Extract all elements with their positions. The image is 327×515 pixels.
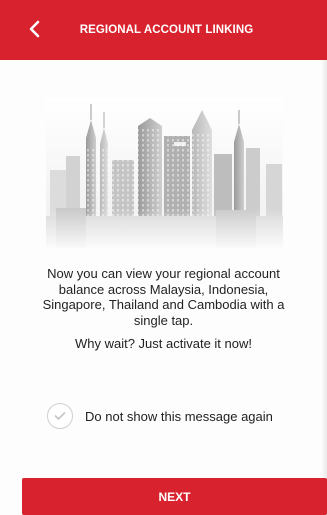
page-title: REGIONAL ACCOUNT LINKING (79, 24, 254, 36)
regional-balance-message: Now you can view your regional account b… (42, 266, 285, 328)
checkbox-circle[interactable] (47, 403, 73, 429)
checkbox-label: Do not show this message again (85, 408, 273, 424)
app-header: REGIONAL ACCOUNT LINKING (0, 0, 327, 60)
activation-prompt: Why wait? Just activate it now! (74, 336, 252, 351)
back-button[interactable] (22, 16, 48, 42)
regional-linking-screen: REGIONAL ACCOUNT LINKING Now you can vie… (0, 0, 327, 515)
next-button[interactable]: NEXT (22, 478, 327, 515)
city-skyline-illustration (46, 98, 283, 248)
dont-show-again-checkbox[interactable]: Do not show this message again (47, 403, 273, 429)
chevron-left-icon (29, 20, 40, 38)
checkmark-icon (54, 412, 66, 420)
scroll-edge-shadow (321, 60, 327, 515)
